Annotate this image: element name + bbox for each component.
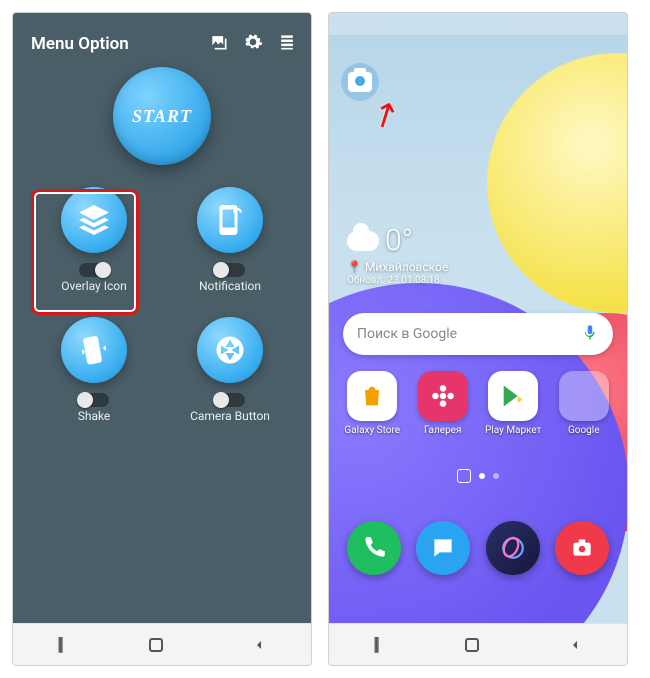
weather-updated: Обновл. 23.01 08:18	[347, 275, 448, 286]
google-search-bar[interactable]: Поиск в Google	[343, 313, 613, 355]
nav-back[interactable]	[567, 637, 583, 653]
overlay-toggle[interactable]	[79, 263, 109, 277]
dock-camera[interactable]	[555, 521, 609, 575]
app-label: Google	[568, 425, 600, 436]
header-actions	[209, 32, 301, 56]
nav-home[interactable]	[465, 638, 479, 652]
app-label: Галерея	[424, 425, 461, 436]
nav-recent[interactable]: |||	[57, 634, 61, 655]
option-label: Camera Button	[190, 409, 270, 423]
weather-temp-row: 0°	[347, 223, 448, 258]
mic-icon[interactable]	[581, 323, 599, 345]
nav-bar: |||	[329, 623, 627, 665]
aperture-icon	[197, 317, 263, 383]
dock-messages[interactable]	[416, 521, 470, 575]
flower-icon	[418, 371, 468, 421]
option-shake[interactable]: Shake	[29, 317, 159, 423]
option-camera-button[interactable]: Camera Button	[165, 317, 295, 423]
app-play-market[interactable]: Play Маркет	[482, 371, 544, 436]
play-icon	[488, 371, 538, 421]
dock-internet[interactable]	[486, 521, 540, 575]
app-gallery[interactable]: Галерея	[412, 371, 474, 436]
option-label: Shake	[78, 409, 111, 423]
shake-icon	[61, 317, 127, 383]
app-google-folder[interactable]: Google	[553, 371, 615, 436]
home-page-icon[interactable]	[457, 469, 471, 483]
app-label: Galaxy Store	[344, 425, 400, 436]
wallpaper-shape	[487, 53, 627, 313]
nav-recent[interactable]: |||	[373, 634, 377, 655]
app-galaxy-store[interactable]: Galaxy Store	[341, 371, 403, 436]
bag-icon	[347, 371, 397, 421]
weather-temp: 0°	[385, 223, 413, 258]
location-text: Михайловское	[365, 260, 448, 274]
page-indicator	[329, 473, 627, 483]
nav-back[interactable]	[251, 637, 267, 653]
dock-phone[interactable]	[347, 521, 401, 575]
home-screen: ↗ 0° 📍 Михайловское Обновл. 23.01 08:18 …	[329, 13, 627, 623]
dock	[329, 521, 627, 575]
app-title: Menu Option	[23, 34, 129, 54]
weather-location: 📍 Михайловское	[347, 260, 448, 274]
phone-right: ↗ 0° 📍 Михайловское Обновл. 23.01 08:18 …	[328, 12, 628, 666]
folder-icon	[559, 371, 609, 421]
search-placeholder: Поиск в Google	[357, 326, 457, 342]
shake-toggle[interactable]	[79, 393, 109, 407]
camera-toggle[interactable]	[215, 393, 245, 407]
option-notification[interactable]: Notification	[165, 187, 295, 293]
app-header: Menu Option	[23, 27, 301, 61]
cloud-icon	[347, 231, 379, 251]
overlay-camera-icon[interactable]	[341, 63, 379, 101]
notification-toggle[interactable]	[215, 263, 245, 277]
phone-notify-icon	[197, 187, 263, 253]
nav-home[interactable]	[149, 638, 163, 652]
page-dot[interactable]	[479, 473, 485, 479]
option-label: Notification	[199, 279, 261, 293]
app-label: Play Маркет	[485, 425, 542, 436]
page-dot[interactable]	[493, 473, 499, 479]
options-grid: Overlay Icon Notification Shake	[23, 187, 301, 423]
app-screen: Menu Option START Overlay Ico	[13, 13, 311, 623]
option-overlay-icon[interactable]: Overlay Icon	[29, 187, 159, 293]
nav-bar: |||	[13, 623, 311, 665]
pin-icon: 📍	[347, 260, 362, 274]
status-bar	[329, 13, 627, 35]
option-label: Overlay Icon	[61, 279, 126, 293]
start-button[interactable]: START	[113, 67, 211, 165]
weather-widget[interactable]: 0° 📍 Михайловское Обновл. 23.01 08:18	[347, 223, 448, 286]
layers-icon	[61, 187, 127, 253]
list-icon[interactable]	[277, 32, 297, 56]
camera-icon	[348, 72, 372, 92]
app-row: Galaxy Store Галерея Play Маркет Google	[329, 371, 627, 436]
phone-left: Menu Option START Overlay Ico	[12, 12, 312, 666]
gallery-icon[interactable]	[209, 32, 229, 56]
settings-icon[interactable]	[243, 32, 263, 56]
